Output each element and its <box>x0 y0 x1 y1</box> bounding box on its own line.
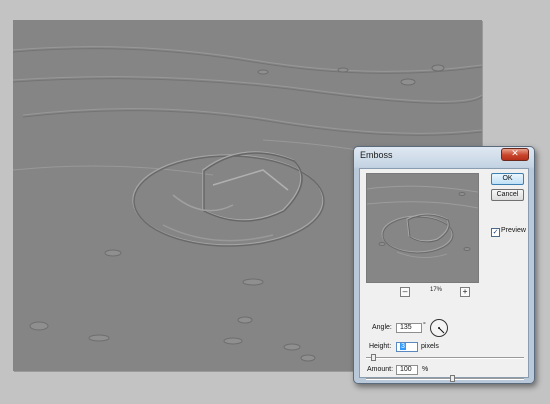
angle-dial[interactable] <box>430 319 448 337</box>
dialog-client-area: – 17% + OK Cancel ✓ Preview Angle: 135 °… <box>359 168 529 382</box>
height-slider-thumb[interactable] <box>370 354 376 361</box>
dialog-title: Emboss <box>360 150 393 160</box>
height-unit: pixels <box>421 343 439 350</box>
angle-label: Angle: <box>372 324 392 331</box>
close-icon: ✕ <box>511 149 519 159</box>
zoom-out-button[interactable]: – <box>400 287 410 297</box>
dialog-titlebar[interactable]: Emboss ✕ <box>354 147 534 167</box>
degree-symbol: ° <box>423 322 426 329</box>
height-field[interactable]: 3 <box>396 342 418 352</box>
height-value: 3 <box>400 343 406 350</box>
zoom-in-button[interactable]: + <box>460 287 470 297</box>
amount-field[interactable]: 100 <box>396 365 418 375</box>
height-slider[interactable] <box>366 357 524 359</box>
amount-slider-thumb[interactable] <box>450 375 456 382</box>
preview-image <box>367 174 478 282</box>
emboss-dialog: Emboss ✕ – 17% + OK Cancel ✓ Preview Ang… <box>353 146 535 384</box>
cancel-button[interactable]: Cancel <box>491 189 524 201</box>
ok-button[interactable]: OK <box>491 173 524 185</box>
preview-checkbox[interactable]: ✓ <box>491 228 500 237</box>
filter-preview[interactable] <box>366 173 479 283</box>
amount-slider[interactable] <box>366 378 524 380</box>
angle-dial-needle-icon <box>438 327 445 334</box>
angle-field[interactable]: 135 <box>396 323 422 333</box>
zoom-level: 17% <box>429 287 442 293</box>
close-button[interactable]: ✕ <box>501 148 529 161</box>
amount-unit: % <box>422 366 429 373</box>
amount-label: Amount: <box>367 366 394 373</box>
height-label: Height: <box>369 343 392 350</box>
preview-label: Preview <box>501 227 526 234</box>
zoom-controls: – 17% + <box>400 287 480 297</box>
